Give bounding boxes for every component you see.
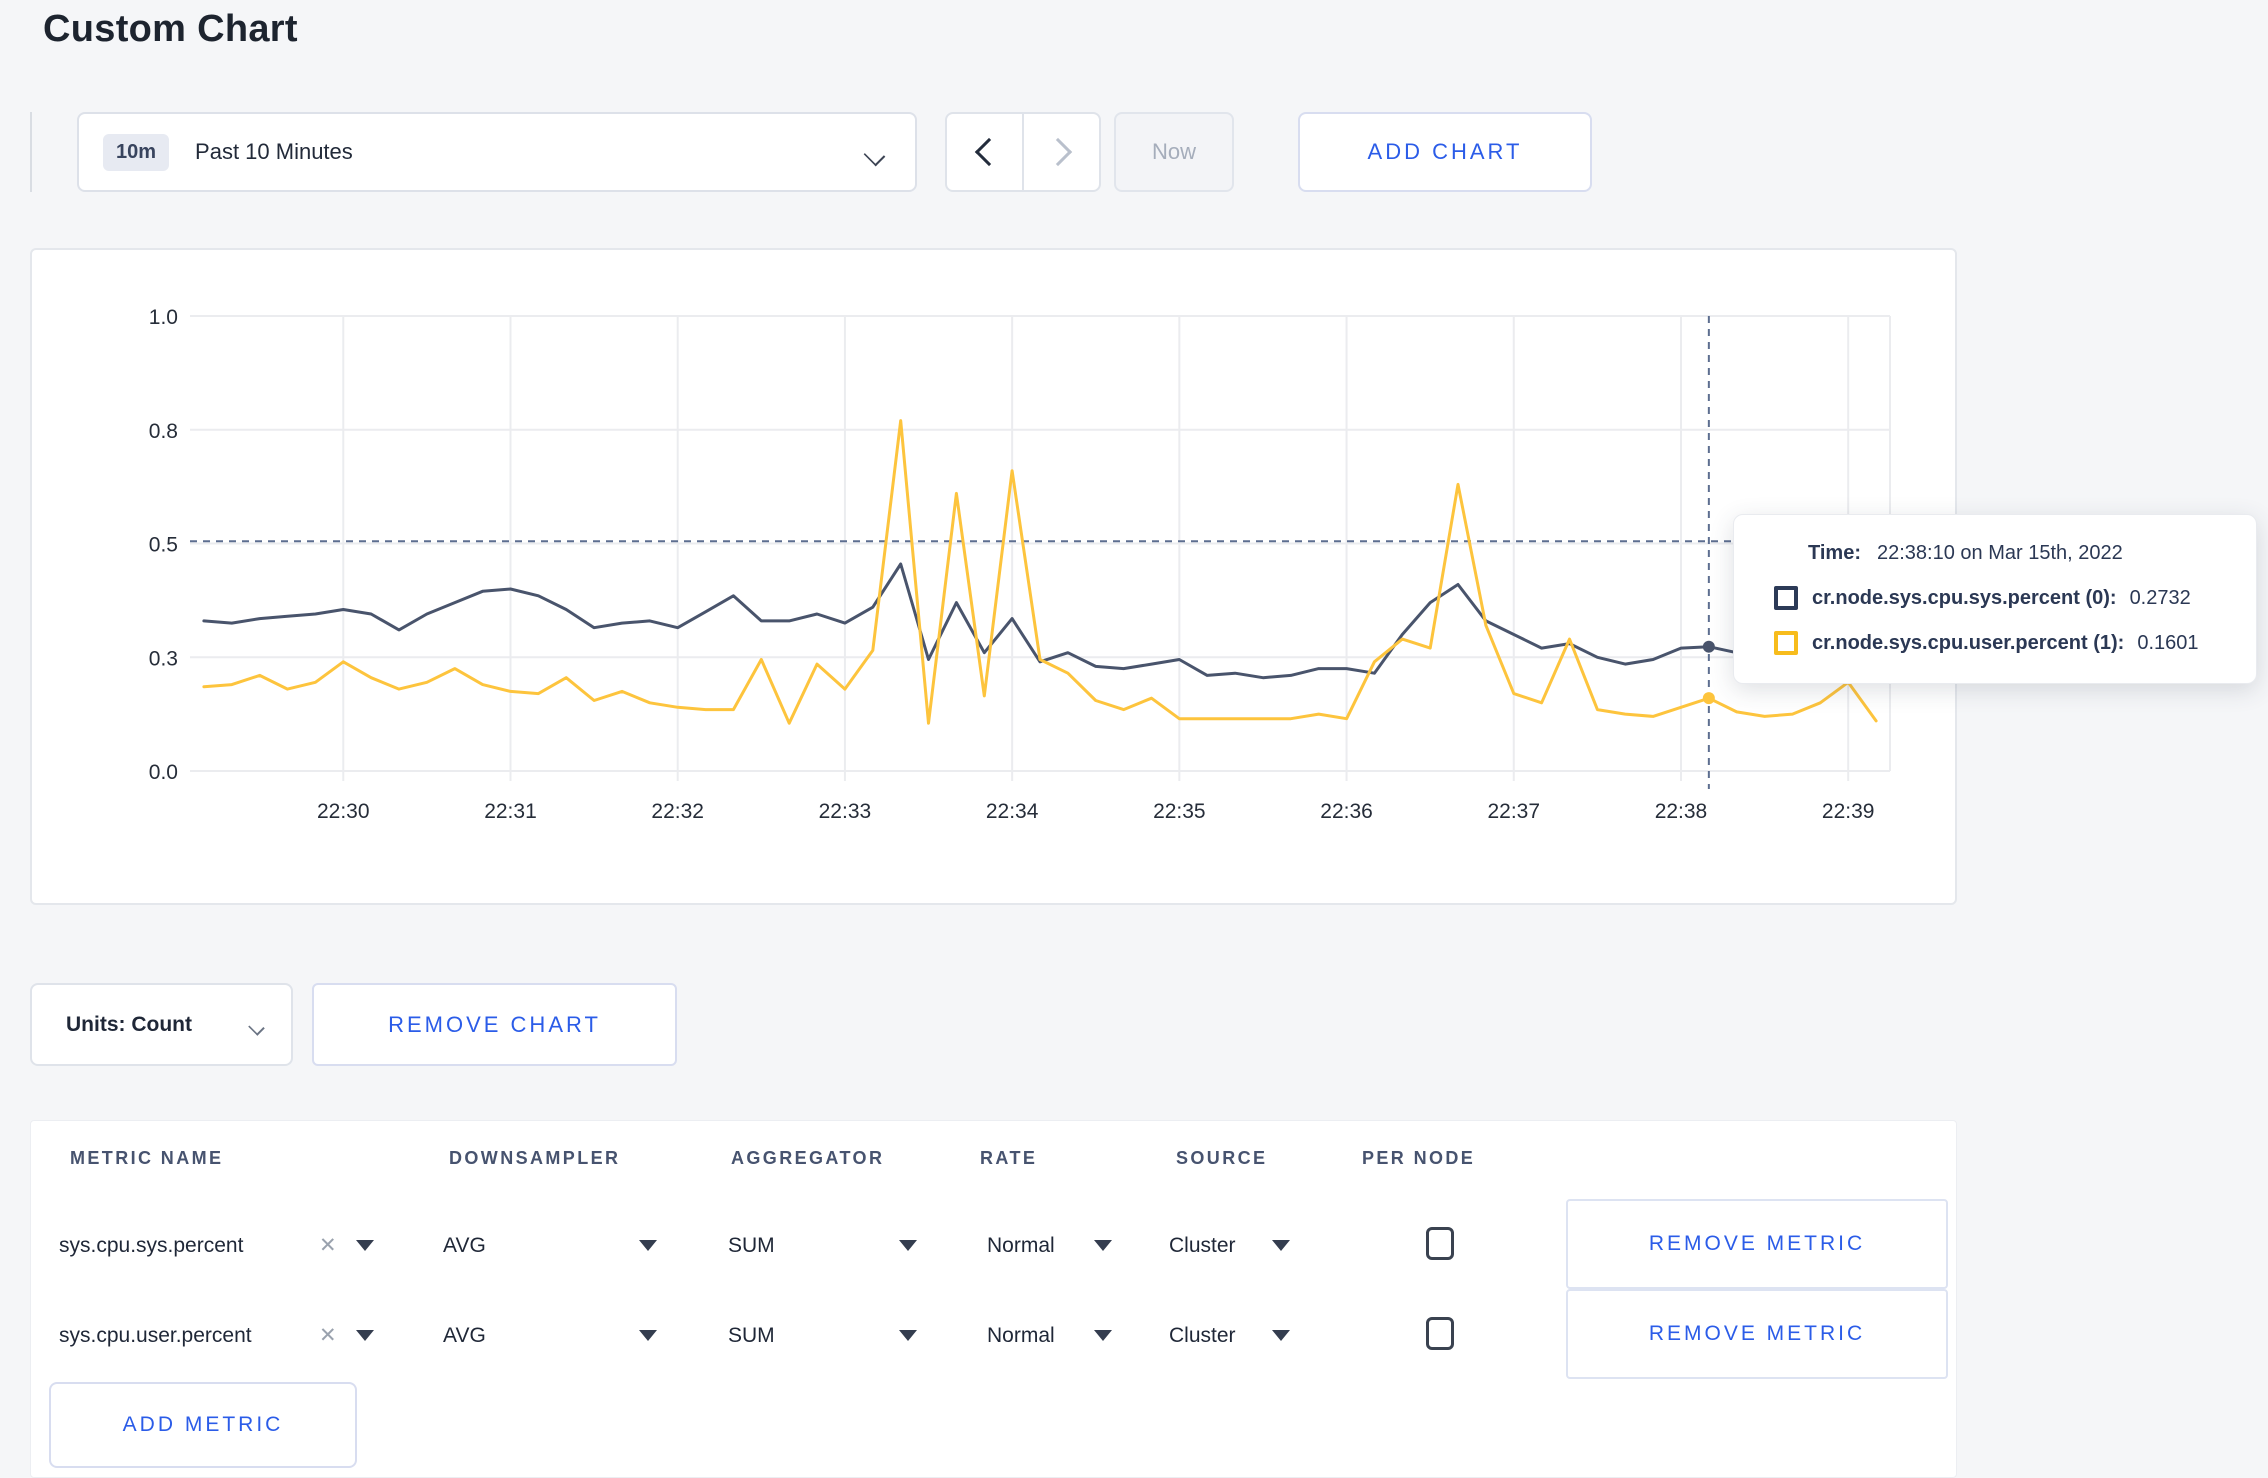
- caret-down-icon: [356, 1330, 374, 1341]
- x-axis-label: 22:31: [484, 800, 537, 823]
- col-header-source: SOURCE: [1176, 1148, 1268, 1168]
- add-chart-button[interactable]: ADD CHART: [1298, 112, 1592, 192]
- remove-metric-button[interactable]: REMOVE METRIC: [1566, 1289, 1948, 1379]
- metric-row: sys.cpu.user.percent ✕ AVG SUM Normal Cl…: [31, 1289, 1958, 1381]
- tooltip-user-value: 0.1601: [2137, 631, 2199, 654]
- chevron-down-icon: [863, 144, 886, 167]
- x-axis-label: 22:35: [1153, 800, 1206, 823]
- downsampler-select[interactable]: AVG: [443, 1321, 486, 1351]
- caret-down-icon: [899, 1240, 917, 1251]
- time-range-dropdown[interactable]: 10m Past 10 Minutes: [77, 112, 917, 192]
- col-header-metric-name: METRIC NAME: [70, 1148, 224, 1168]
- tooltip-user-label: cr.node.sys.cpu.user.percent (1):: [1812, 631, 2125, 654]
- chart-panel: 0.0 0.3 0.5 0.8 1.0 22:30 22:31 22:32 22:33 22:34…: [30, 248, 1957, 905]
- downsampler-select[interactable]: AVG: [443, 1231, 486, 1261]
- metric-row: sys.cpu.sys.percent ✕ AVG SUM Normal Clu…: [31, 1199, 1958, 1291]
- caret-down-icon: [639, 1330, 657, 1341]
- tooltip-sys-value: 0.2732: [2129, 586, 2191, 609]
- x-axis-label: 22:38: [1655, 800, 1708, 823]
- source-select[interactable]: Cluster: [1169, 1321, 1236, 1351]
- per-node-checkbox[interactable]: [1426, 1317, 1454, 1350]
- remove-chart-button[interactable]: REMOVE CHART: [312, 983, 677, 1066]
- caret-down-icon: [1094, 1330, 1112, 1341]
- add-metric-button[interactable]: ADD METRIC: [49, 1382, 357, 1468]
- time-range-badge: 10m: [103, 133, 170, 171]
- tooltip-time-value: 22:38:10 on Mar 15th, 2022: [1876, 542, 2123, 564]
- x-axis-label: 22:39: [1822, 800, 1875, 823]
- clear-metric-icon[interactable]: ✕: [319, 1231, 337, 1261]
- crosshair-point: [1702, 640, 1715, 653]
- y-axis-label: 0.5: [149, 534, 178, 557]
- rate-select[interactable]: Normal: [987, 1231, 1055, 1261]
- chart-line-1: [202, 419, 1878, 725]
- metric-name-select[interactable]: sys.cpu.user.percent: [59, 1321, 252, 1351]
- tooltip-time-label: Time:: [1808, 542, 1861, 564]
- aggregator-select[interactable]: SUM: [728, 1321, 775, 1351]
- series-user-swatch-icon: [1774, 631, 1798, 655]
- aggregator-select[interactable]: SUM: [728, 1231, 775, 1261]
- x-axis-label: 22:30: [317, 800, 370, 823]
- chart-tooltip: Time: 22:38:10 on Mar 15th, 2022 cr.node.…: [1733, 514, 2257, 684]
- caret-down-icon: [1272, 1330, 1290, 1341]
- tooltip-time-row: Time: 22:38:10 on Mar 15th, 2022: [1808, 542, 2256, 565]
- col-header-per-node: PER NODE: [1362, 1148, 1476, 1168]
- units-dropdown[interactable]: Units: Count: [30, 983, 293, 1066]
- series-sys-swatch-icon: [1774, 586, 1798, 610]
- metric-name-select[interactable]: sys.cpu.sys.percent: [59, 1231, 243, 1261]
- x-axis-label: 22:33: [819, 800, 872, 823]
- tooltip-sys-label: cr.node.sys.cpu.sys.percent (0):: [1812, 586, 2117, 609]
- chevron-down-icon: [248, 1019, 265, 1036]
- per-node-checkbox[interactable]: [1426, 1227, 1454, 1260]
- y-axis-label: 0.3: [149, 647, 178, 670]
- custom-chart-page: Custom Chart 10m Past 10 Minutes Now ADD…: [0, 0, 2268, 1478]
- caret-down-icon: [899, 1330, 917, 1341]
- caret-down-icon: [1094, 1240, 1112, 1251]
- tooltip-series-row: cr.node.sys.cpu.user.percent (1): 0.1601: [1774, 631, 2256, 655]
- col-header-downsampler: DOWNSAMPLER: [449, 1148, 621, 1168]
- y-axis-label: 0.0: [149, 761, 178, 784]
- time-nav-group: [945, 112, 1101, 192]
- crosshair-point: [1702, 692, 1715, 705]
- y-axis-label: 0.8: [149, 420, 178, 443]
- chevron-right-icon: [1043, 137, 1072, 167]
- caret-down-icon: [639, 1240, 657, 1251]
- source-select[interactable]: Cluster: [1169, 1231, 1236, 1261]
- y-axis-label: 1.0: [149, 306, 178, 329]
- chevron-left-icon: [974, 137, 1003, 167]
- next-range-button[interactable]: [1022, 114, 1099, 190]
- x-axis-label: 22:36: [1320, 800, 1373, 823]
- page-title: Custom Chart: [43, 8, 298, 50]
- units-label: Units: Count: [66, 1012, 192, 1036]
- toolbar-divider: [30, 112, 32, 192]
- chart-svg[interactable]: 0.0 0.3 0.5 0.8 1.0 22:30 22:31 22:32 22:33 22:34…: [32, 250, 1955, 903]
- x-axis-label: 22:37: [1487, 800, 1540, 823]
- tooltip-series-row: cr.node.sys.cpu.sys.percent (0): 0.2732: [1774, 586, 2256, 610]
- caret-down-icon: [1272, 1240, 1290, 1251]
- time-range-label: Past 10 Minutes: [195, 139, 353, 164]
- col-header-rate: RATE: [980, 1148, 1038, 1168]
- x-axis-label: 22:34: [986, 800, 1039, 823]
- caret-down-icon: [356, 1240, 374, 1251]
- prev-range-button[interactable]: [947, 114, 1022, 190]
- rate-select[interactable]: Normal: [987, 1321, 1055, 1351]
- remove-metric-button[interactable]: REMOVE METRIC: [1566, 1199, 1948, 1289]
- x-axis-label: 22:32: [651, 800, 704, 823]
- clear-metric-icon[interactable]: ✕: [319, 1321, 337, 1351]
- col-header-aggregator: AGGREGATOR: [731, 1148, 885, 1168]
- now-button[interactable]: Now: [1114, 112, 1234, 192]
